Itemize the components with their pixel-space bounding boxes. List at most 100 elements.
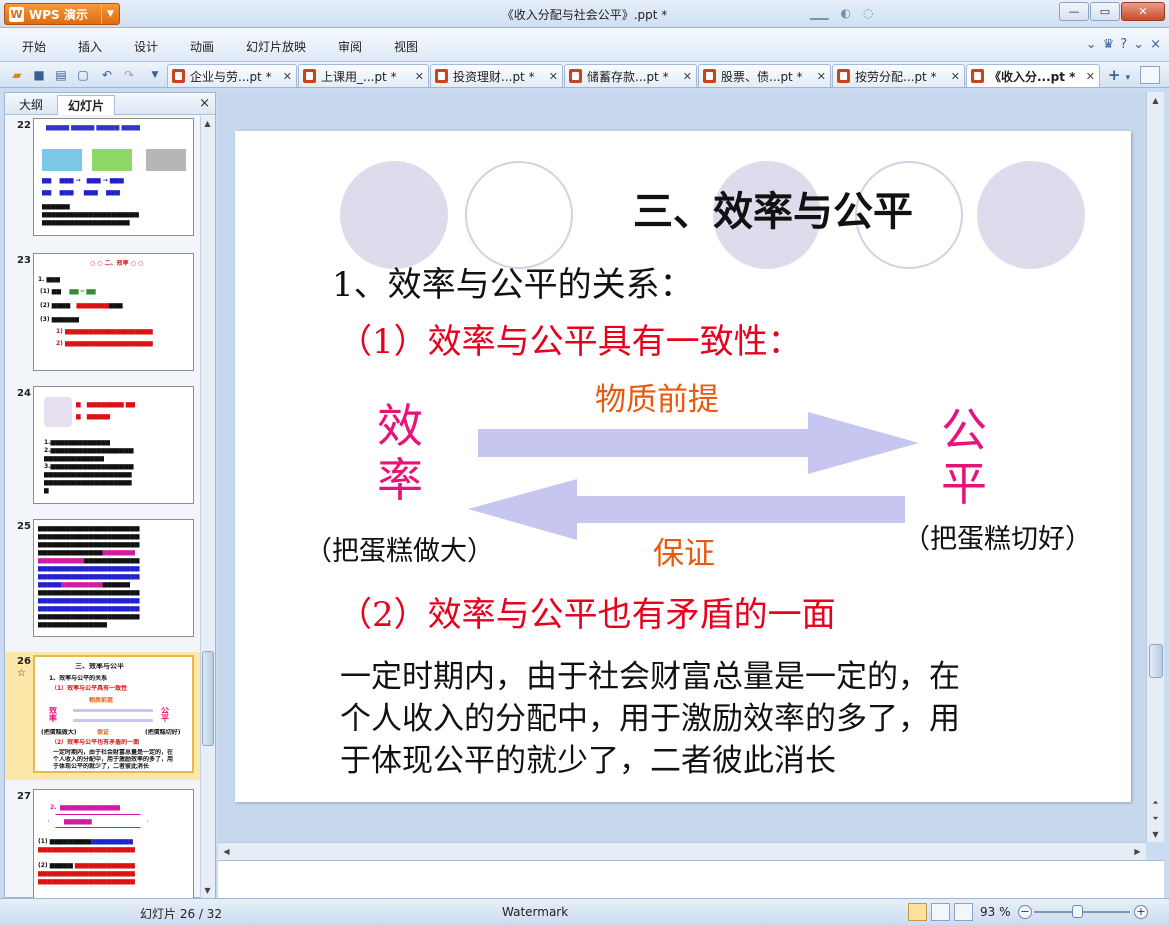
- collapse-ribbon-icon[interactable]: ⌄: [1086, 37, 1097, 52]
- user-icon[interactable]: ▁▁: [810, 6, 828, 20]
- save-icon[interactable]: ■: [30, 66, 48, 84]
- panel-scroll-thumb[interactable]: [202, 651, 214, 746]
- doc-tab-label: 上课用_...pt *: [321, 69, 397, 84]
- redo-icon[interactable]: ↷: [120, 66, 138, 84]
- open-folder-icon[interactable]: ▰: [8, 66, 26, 84]
- body-line-1: 一定时期内，由于社会财富总量是一定的，在: [340, 659, 960, 695]
- vertical-scroll-thumb[interactable]: [1149, 644, 1163, 678]
- tab-slides[interactable]: 幻灯片: [57, 95, 116, 115]
- thumbnail-number: 25: [17, 521, 31, 532]
- current-slide[interactable]: 三、效率与公平 1、效率与公平的关系： （1）效率与公平具有一致性： 物质前提 …: [235, 131, 1131, 802]
- menu-animation[interactable]: 动画: [190, 38, 214, 55]
- doc-tab-4[interactable]: 储蓄存款...pt * ✕: [564, 64, 697, 87]
- status-bar: 幻灯片 26 / 32 Watermark 93 % − +: [0, 898, 1169, 925]
- help-circle-icon[interactable]: ?: [1120, 37, 1127, 52]
- thumbnail-25[interactable]: 25 ▆▆▆▆▆▆▆▆▆▆▆▆▆▆▆▆▆▆▆▆▆▆ ▆▆▆▆▆▆▆▆▆▆▆▆▆▆…: [5, 519, 201, 641]
- doc-tab-1[interactable]: 企业与劳...pt * ✕: [167, 64, 297, 87]
- customize-toolbar-icon[interactable]: ▼: [146, 66, 164, 84]
- ppt-file-icon: [435, 69, 448, 83]
- thumbnail-27[interactable]: 27 2、▆▆▆▆▆▆▆▆▆▆▆▆▆ ▆▆▆▆▆▆ (1) ▆▆▆▆▆▆▆▆▆▆…: [5, 789, 201, 898]
- notes-pane[interactable]: [218, 860, 1164, 898]
- menu-review[interactable]: 审阅: [338, 38, 362, 55]
- tab-close-icon[interactable]: ✕: [415, 70, 424, 83]
- zoom-in-icon[interactable]: +: [1134, 905, 1148, 919]
- tab-close-icon[interactable]: ✕: [817, 70, 826, 83]
- tab-close-icon[interactable]: ✕: [683, 70, 692, 83]
- undo-icon[interactable]: ↶: [98, 66, 116, 84]
- doc-tab-3[interactable]: 投资理财...pt * ✕: [430, 64, 563, 87]
- sub-point-2: （2）效率与公平也有矛盾的一面: [338, 595, 836, 635]
- scroll-down-icon[interactable]: ▼: [1149, 828, 1162, 841]
- tab-outline[interactable]: 大纲: [9, 95, 53, 115]
- slides-panel: 大纲 幻灯片 × 22 ▆▆▆▆▆ ▆▆▆▆▆ ▆▆▆▆▆ ▆▆▆▆ ▆▆ ▆▆…: [4, 92, 216, 898]
- scroll-right-icon[interactable]: ▶: [1131, 845, 1144, 858]
- thumbnail-26[interactable]: 26 ☆ 三、效率与公平 1、效率与公平的关系 （1）效率与公平具有一致性 物质…: [5, 652, 201, 780]
- thumbnail-22[interactable]: 22 ▆▆▆▆▆ ▆▆▆▆▆ ▆▆▆▆▆ ▆▆▆▆ ▆▆ ▆▆▆ → ▆▆▆ →…: [5, 118, 201, 240]
- print-icon[interactable]: ▤: [52, 66, 70, 84]
- thumbnail-23[interactable]: 23 ○ ○ 二、效率 ○ ○ 1. ▆▆▆ (1) ▆▆ ▆▆ ━ ▆▆ (2…: [5, 253, 201, 375]
- slide-position: 幻灯片 26 / 32: [140, 907, 223, 921]
- ppt-file-icon: [569, 69, 582, 83]
- watermark-label: Watermark: [502, 905, 569, 919]
- slideshow-view-icon[interactable]: [954, 903, 973, 921]
- tab-close-icon[interactable]: ✕: [951, 70, 960, 83]
- scroll-left-icon[interactable]: ◀: [220, 845, 233, 858]
- scroll-up-icon[interactable]: ▲: [201, 117, 214, 130]
- thumbnail-number: 26: [17, 656, 31, 667]
- doc-tab-active[interactable]: 《收入分...pt * ✕: [966, 64, 1100, 87]
- menu-home[interactable]: 开始: [22, 38, 46, 55]
- word-fairness-1: 公: [941, 403, 987, 457]
- thumbnail-number: 22: [17, 120, 31, 131]
- thumbnail-number: 24: [17, 388, 31, 399]
- thumbnail-image: ▆ ▆▆▆▆▆▆▆▆ ▆▆ ▆ ▆▆▆▆▆ 1.▆▆▆▆▆▆▆▆▆▆▆▆▆ 2.…: [33, 386, 194, 504]
- ppt-file-icon: [971, 69, 984, 83]
- slide-horizontal-scrollbar[interactable]: ◀ ▶: [218, 842, 1146, 860]
- scroll-up-icon[interactable]: ▲: [1149, 94, 1162, 107]
- menu-view[interactable]: 视图: [394, 38, 418, 55]
- thumbnail-24[interactable]: 24 ▆ ▆▆▆▆▆▆▆▆ ▆▆ ▆ ▆▆▆▆▆ 1.▆▆▆▆▆▆▆▆▆▆▆▆▆…: [5, 386, 201, 508]
- print-preview-icon[interactable]: ▢: [74, 66, 92, 84]
- new-tab-button[interactable]: + ▾: [1103, 65, 1135, 86]
- body-line-3: 于体现公平的就少了，二者彼此消长: [340, 743, 836, 779]
- panel-scrollbar[interactable]: ▲ ▼: [200, 116, 215, 898]
- next-slide-icon[interactable]: ⏷: [1149, 812, 1162, 825]
- menu-design[interactable]: 设计: [134, 38, 158, 55]
- ppt-file-icon: [837, 69, 850, 83]
- caption-right: （把蛋糕切好）: [903, 524, 1092, 555]
- thumbnail-image: ○ ○ 二、效率 ○ ○ 1. ▆▆▆ (1) ▆▆ ▆▆ ━ ▆▆ (2) ▆…: [33, 253, 194, 371]
- maximize-button[interactable]: ▭: [1090, 2, 1120, 21]
- window-title: 《收入分配与社会公平》.ppt *: [501, 8, 668, 22]
- menu-slideshow[interactable]: 幻灯片放映: [246, 38, 306, 55]
- word-fairness-2: 平: [941, 457, 987, 511]
- scroll-down-icon[interactable]: ▼: [201, 884, 214, 897]
- doc-tab-2[interactable]: 上课用_...pt * ✕: [298, 64, 429, 87]
- ribbon-close-icon[interactable]: ×: [1150, 37, 1161, 52]
- thumbnail-number: 27: [17, 791, 31, 802]
- slide-sorter-icon[interactable]: [931, 903, 950, 921]
- tab-close-icon[interactable]: ✕: [549, 70, 558, 83]
- tab-close-icon[interactable]: ✕: [1086, 70, 1095, 83]
- thumbnail-list: 22 ▆▆▆▆▆ ▆▆▆▆▆ ▆▆▆▆▆ ▆▆▆▆ ▆▆ ▆▆▆ → ▆▆▆ →…: [5, 116, 201, 898]
- doc-tab-label: 储蓄存款...pt *: [587, 69, 669, 84]
- skin-icon[interactable]: ◐: [840, 6, 850, 20]
- thumbnail-image: ▆▆▆▆▆▆▆▆▆▆▆▆▆▆▆▆▆▆▆▆▆▆ ▆▆▆▆▆▆▆▆▆▆▆▆▆▆▆▆▆…: [33, 519, 194, 637]
- animation-star-icon: ☆: [17, 668, 26, 679]
- panel-close-icon[interactable]: ×: [199, 96, 210, 111]
- zoom-slider-knob[interactable]: [1072, 905, 1083, 918]
- tab-list-button[interactable]: [1140, 66, 1160, 84]
- normal-view-icon[interactable]: [908, 903, 927, 921]
- previous-slide-icon[interactable]: ⏶: [1149, 796, 1162, 809]
- close-button[interactable]: ✕: [1121, 2, 1165, 21]
- zoom-out-icon[interactable]: −: [1018, 905, 1032, 919]
- slide-vertical-scrollbar[interactable]: ▲ ⏶ ⏷ ▼: [1146, 92, 1164, 842]
- minimize-button[interactable]: —: [1059, 2, 1089, 21]
- title-extras: ▁▁ ◐ ◌: [810, 6, 873, 20]
- menu-bar: 开始 插入 设计 动画 幻灯片放映 审阅 视图 ⌄ ♛ ? ⌄ ×: [0, 28, 1169, 62]
- tab-close-icon[interactable]: ✕: [283, 70, 292, 83]
- shirt-icon[interactable]: ♛: [1103, 37, 1115, 52]
- help-icon[interactable]: ◌: [863, 6, 873, 20]
- menu-insert[interactable]: 插入: [78, 38, 102, 55]
- doc-tab-6[interactable]: 按劳分配...pt * ✕: [832, 64, 965, 87]
- chevron-down-icon[interactable]: ⌄: [1133, 37, 1144, 52]
- doc-tab-5[interactable]: 股票、债...pt * ✕: [698, 64, 831, 87]
